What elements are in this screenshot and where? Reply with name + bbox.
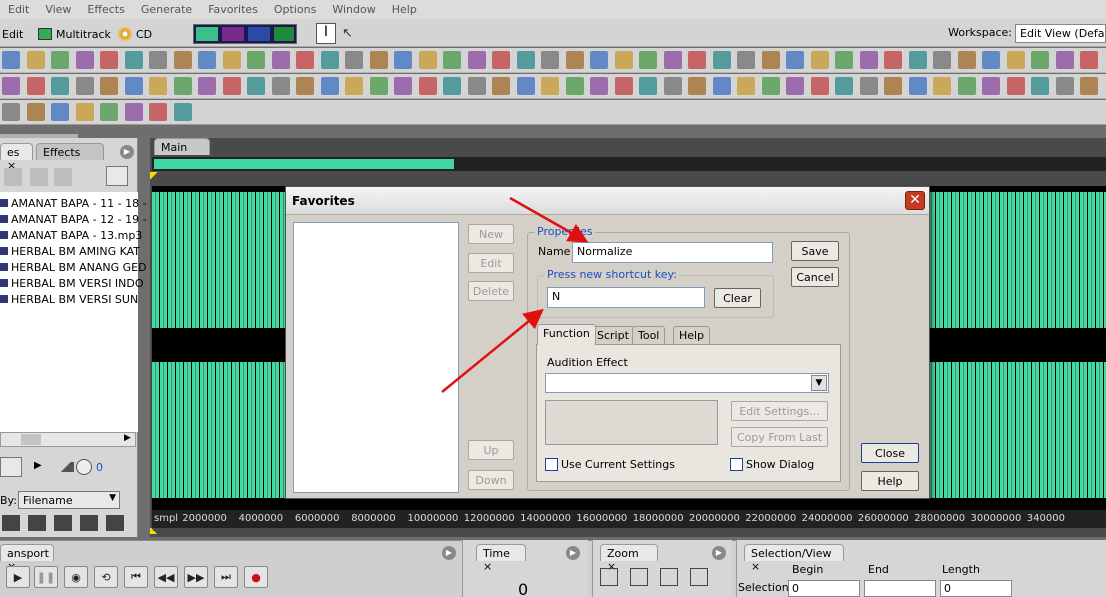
arrow-to-shortcut — [441, 308, 544, 393]
tab-function[interactable]: Function — [537, 324, 596, 345]
annotation-arrows — [441, 196, 589, 393]
arrow-to-name — [509, 196, 589, 243]
